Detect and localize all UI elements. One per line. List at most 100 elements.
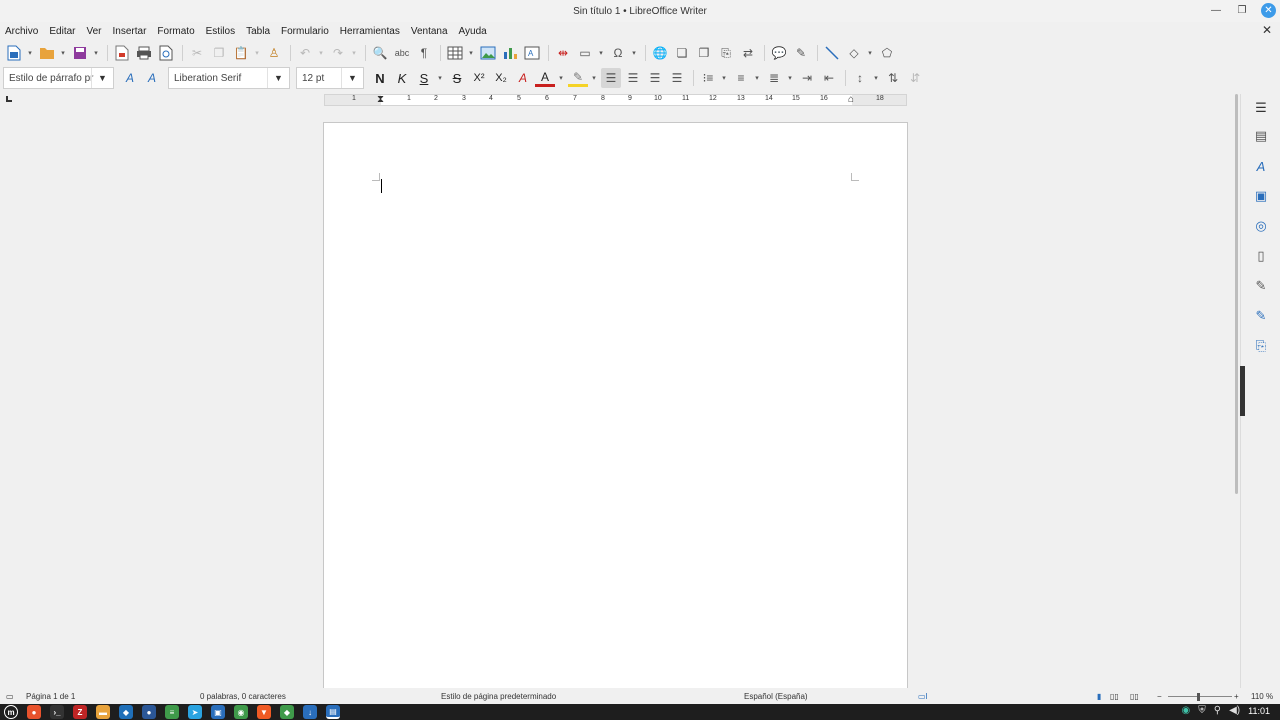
browser-icon[interactable]: ● [142,705,156,719]
menu-herramientas[interactable]: Herramientas [340,26,400,37]
zoom-level[interactable]: 110 % [1251,692,1273,701]
special-character-icon[interactable]: Ω [608,43,628,63]
align-center-icon[interactable]: ☰ [623,68,643,88]
language[interactable]: Español (España) [744,692,808,701]
underline-dropdown-icon[interactable]: ▾ [436,74,444,82]
menu-ventana[interactable]: Ventana [411,26,448,37]
update-style-icon[interactable]: A [120,68,140,88]
stack-icon[interactable]: ≡ [165,705,179,719]
document-area[interactable] [0,108,1232,688]
writer-icon[interactable]: ▤ [326,705,340,719]
zoom-in-icon[interactable]: + [1234,692,1239,701]
draw-functions-icon[interactable]: ⬠ [877,43,897,63]
subscript-button[interactable]: X₂ [491,68,511,88]
menu-formato[interactable]: Formato [157,26,194,37]
export-pdf-icon[interactable] [112,43,132,63]
volume-icon[interactable]: ◀) [1229,705,1240,716]
decrease-indent-icon[interactable]: ⇤ [819,68,839,88]
redo-icon[interactable]: ↷ [328,43,348,63]
style-inspector-icon[interactable]: ✎ [1253,278,1269,294]
network-icon[interactable]: ⚲ [1214,705,1221,716]
files-icon[interactable]: ▬ [96,705,110,719]
styles-icon[interactable]: A [1253,158,1269,174]
page-icon[interactable]: ▯ [1253,248,1269,264]
insert-table-icon[interactable] [445,43,465,63]
formatting-marks-icon[interactable]: ¶ [414,43,434,63]
line-spacing-icon[interactable]: ↕ [850,68,870,88]
clock[interactable]: 11:01 [1248,706,1270,716]
left-indent-marker-icon[interactable]: ⧗ [377,94,384,105]
vertical-scrollbar[interactable] [1233,94,1239,494]
field-dropdown-icon[interactable]: ▾ [597,49,605,57]
menu-tabla[interactable]: Tabla [246,26,270,37]
shapes-dropdown-icon[interactable]: ▾ [866,49,874,57]
open-dropdown-icon[interactable]: ▾ [59,49,67,57]
close-document-icon[interactable]: ✕ [1262,23,1272,37]
new-document-icon[interactable] [4,43,24,63]
unordered-list-icon[interactable]: ⁝≡ [698,68,718,88]
clone-formatting-icon[interactable]: ♙ [264,43,284,63]
sidebar-menu-icon[interactable]: ☰ [1253,100,1269,116]
undo-icon[interactable]: ↶ [295,43,315,63]
vscode-icon[interactable]: ◆ [119,705,133,719]
insert-line-icon[interactable] [822,43,842,63]
undo-dropdown-icon[interactable]: ▾ [317,49,325,57]
paste-icon[interactable]: 📋 [231,43,251,63]
print-icon[interactable] [134,43,154,63]
find-replace-icon[interactable]: 🔍 [370,43,390,63]
align-justify-icon[interactable]: ☰ [667,68,687,88]
superscript-button[interactable]: X² [469,68,489,88]
gallery-icon[interactable]: ▣ [1253,188,1269,204]
book-view-icon[interactable]: ▯▯ [1130,692,1139,701]
selection-mode-icon[interactable]: ▭I [918,692,928,701]
tray-app-icon[interactable]: ◉ [1182,705,1191,716]
zoom-slider-knob[interactable] [1197,693,1200,701]
terminal-icon[interactable]: ›_ [50,705,64,719]
save-dropdown-icon[interactable]: ▾ [92,49,100,57]
open-folder-icon[interactable] [37,43,57,63]
bookmark-icon[interactable]: ⎘ [716,43,736,63]
ordered-list-dropdown-icon[interactable]: ▾ [753,74,761,82]
start-menu-icon[interactable]: m [4,705,18,719]
insert-image-icon[interactable] [478,43,498,63]
outline-list-dropdown-icon[interactable]: ▾ [786,74,794,82]
scrollbar-thumb[interactable] [1235,94,1238,494]
paragraph-style-combo[interactable]: Estilo de párrafo pr ▼ [3,67,114,89]
download-icon[interactable]: ↓ [303,705,317,719]
menu-archivo[interactable]: Archivo [5,26,38,37]
font-size-combo[interactable]: 12 pt ▼ [296,67,364,89]
save-icon[interactable] [70,43,90,63]
align-left-icon[interactable]: ☰ [601,68,621,88]
design-icon[interactable]: ⎘ [1253,338,1269,354]
cross-reference-icon[interactable]: ⇄ [738,43,758,63]
telegram-icon[interactable]: ➤ [188,705,202,719]
navigator-icon[interactable]: ◎ [1253,218,1269,234]
highlight-color-icon[interactable]: ✎ [568,69,588,87]
menu-insertar[interactable]: Insertar [113,26,147,37]
font-name-combo[interactable]: Liberation Serif ▼ [168,67,290,89]
zoom-out-icon[interactable]: − [1157,692,1162,701]
spelling-icon[interactable]: abc [392,43,412,63]
hyperlink-icon[interactable]: 🌐 [650,43,670,63]
increase-paragraph-spacing-icon[interactable]: ⇅ [883,68,903,88]
filezilla-icon[interactable]: Z [73,705,87,719]
endnote-icon[interactable]: ❐ [694,43,714,63]
increase-indent-icon[interactable]: ⇥ [797,68,817,88]
copy-icon[interactable]: ❐ [209,43,229,63]
word-count[interactable]: 0 palabras, 0 caracteres [200,692,286,701]
footnote-icon[interactable]: ❏ [672,43,692,63]
clear-formatting-icon[interactable]: A [513,68,533,88]
page-count[interactable]: Página 1 de 1 [26,692,75,701]
cut-icon[interactable]: ✂ [187,43,207,63]
brave-icon[interactable]: ▼ [257,705,271,719]
horizontal-ruler[interactable]: ⧗ ⌂ 1 1 2 3 4 5 6 7 8 9 10 11 12 13 14 1… [324,94,907,106]
comment-icon[interactable]: 💬 [769,43,789,63]
print-preview-icon[interactable] [156,43,176,63]
table-dropdown-icon[interactable]: ▾ [467,49,475,57]
tab-stop-icon[interactable] [6,96,12,102]
highlight-dropdown-icon[interactable]: ▾ [590,74,598,82]
right-indent-marker-icon[interactable]: ⌂ [848,94,854,105]
chevron-down-icon[interactable]: ▼ [341,68,363,88]
manage-changes-icon[interactable]: ✎ [1253,308,1269,324]
photos-icon[interactable]: ▣ [211,705,225,719]
